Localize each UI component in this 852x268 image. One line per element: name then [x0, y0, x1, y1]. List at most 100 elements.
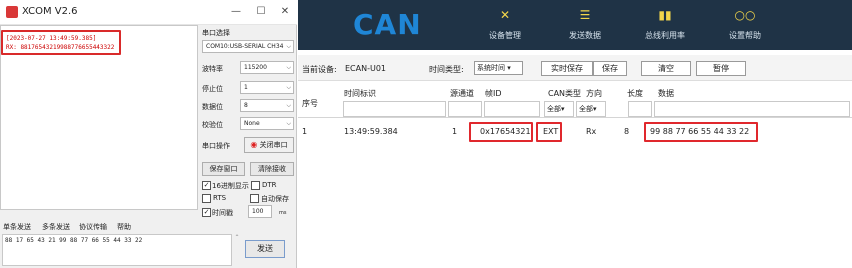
- highlight-box-receive: [1, 30, 121, 55]
- port-op-label: 串口操作: [202, 142, 230, 150]
- send-input[interactable]: 88 17 65 43 21 99 88 77 66 55 44 33 22: [2, 234, 232, 266]
- tool-bus-utilization-label: 总线利用率: [645, 31, 685, 40]
- tool-settings-help[interactable]: ○○ 设置帮助: [710, 6, 780, 46]
- cell-channel: 1: [452, 127, 458, 136]
- dtr-checkbox[interactable]: [251, 181, 260, 190]
- col-channel: 源通道: [450, 89, 474, 98]
- scroll-up-icon[interactable]: ⌃: [233, 234, 241, 244]
- tab-help[interactable]: 帮助: [117, 222, 131, 232]
- xcom-window: XCOM V2.6 — ☐ ✕ [2023-07-27 13:49:59.385…: [0, 0, 297, 268]
- send-button[interactable]: 发送: [245, 240, 285, 258]
- chevron-down-icon: ⌵: [286, 120, 291, 127]
- clear-button[interactable]: 清空: [641, 61, 691, 76]
- chevron-down-icon: ▾: [593, 105, 597, 113]
- col-seq: 序号: [302, 99, 318, 108]
- time-type-select[interactable]: 系统时间 ▾: [474, 61, 523, 75]
- tool-bus-utilization[interactable]: ▮▮ 总线利用率: [630, 6, 700, 46]
- dtr-label: DTR: [262, 181, 277, 189]
- highlight-box-frame-id: [469, 122, 533, 142]
- tab-protocol[interactable]: 协议传输: [79, 222, 107, 232]
- baud-label: 波特率: [202, 65, 223, 73]
- time-type-label: 时间类型:: [429, 65, 464, 74]
- save-window-button[interactable]: 保存窗口: [202, 162, 245, 176]
- chevron-down-icon: ▾: [561, 105, 565, 113]
- time-type-value: 系统时间: [477, 64, 505, 72]
- auto-save-checkbox[interactable]: [250, 194, 259, 203]
- filter-channel[interactable]: [448, 101, 482, 117]
- data-bits-label: 数据位: [202, 103, 223, 111]
- filter-frame-id[interactable]: [484, 101, 540, 117]
- col-time: 时间标识: [344, 89, 376, 98]
- send-text: 88 17 65 43 21 99 88 77 66 55 44 33 22: [5, 237, 143, 244]
- hex-display-label: 16进制显示: [212, 182, 249, 190]
- tab-multi-send[interactable]: 多条发送: [42, 222, 70, 232]
- chevron-down-icon: ⌵: [286, 84, 291, 91]
- parity-select[interactable]: None ⌵: [240, 117, 294, 130]
- can-header: CAN ✕ 设备管理 ☰ 发送数据 ▮▮ 总线利用率 ○○ 设置帮助: [298, 0, 852, 50]
- close-port-label: 关闭串口: [259, 141, 288, 149]
- save-button[interactable]: 保存: [593, 61, 627, 76]
- filter-can-type[interactable]: 全部▾: [544, 101, 574, 117]
- can-logo: CAN: [353, 8, 422, 41]
- tool-device-manage[interactable]: ✕ 设备管理: [470, 6, 540, 46]
- close-button[interactable]: ✕: [274, 4, 296, 20]
- tool-send-data[interactable]: ☰ 发送数据: [550, 6, 620, 46]
- auto-save-label: 自动保存: [261, 195, 289, 203]
- highlight-box-can-type: [536, 122, 562, 142]
- port-select[interactable]: COM10:USB-SERIAL CH34 ⌵: [202, 40, 294, 53]
- timestamp-value: 100: [252, 208, 264, 215]
- cell-seq: 1: [302, 127, 308, 136]
- col-data: 数据: [658, 89, 674, 98]
- tab-single-send[interactable]: 单条发送: [3, 222, 31, 232]
- filter-can-type-value: 全部: [547, 105, 561, 113]
- xcom-logo-icon: [6, 6, 18, 18]
- clear-receive-button[interactable]: 清除接收: [250, 162, 294, 176]
- col-frame-id: 帧ID: [485, 89, 502, 98]
- minimize-button[interactable]: —: [225, 4, 247, 20]
- filter-length[interactable]: [628, 101, 652, 117]
- maximize-button[interactable]: ☐: [250, 4, 272, 20]
- xcom-title: XCOM V2.6: [22, 6, 78, 17]
- col-direction: 方向: [586, 89, 602, 98]
- highlight-box-data: [644, 122, 758, 142]
- close-port-button[interactable]: ◉ 关闭串口: [244, 137, 294, 153]
- can-window: CAN ✕ 设备管理 ☰ 发送数据 ▮▮ 总线利用率 ○○ 设置帮助 当前设备:…: [298, 0, 852, 268]
- can-toolbar: 当前设备: ECAN-U01 时间类型: 系统时间 ▾ 实时保存 保存 清空 暂…: [298, 55, 852, 81]
- parity-label: 校验位: [202, 121, 223, 129]
- tool-device-manage-label: 设备管理: [489, 31, 521, 40]
- send-tabs: 单条发送 多条发送 协议传输 帮助: [0, 222, 297, 234]
- current-device-label: 当前设备:: [302, 65, 337, 74]
- timestamp-label: 时间戳: [212, 209, 233, 217]
- chevron-down-icon: ⌵: [286, 102, 291, 109]
- timestamp-input[interactable]: 100: [248, 205, 272, 218]
- list-icon: ☰: [579, 8, 591, 22]
- pause-button[interactable]: 暂停: [696, 61, 746, 76]
- stop-bits-select[interactable]: 1 ⌵: [240, 81, 294, 94]
- tool-settings-help-label: 设置帮助: [729, 31, 761, 40]
- timestamp-checkbox[interactable]: ✓: [202, 208, 211, 217]
- rts-label: RTS: [213, 194, 227, 202]
- parity-value: None: [244, 120, 260, 127]
- chevron-down-icon: ⌵: [286, 43, 291, 50]
- xcom-title-bar: XCOM V2.6 — ☐ ✕: [0, 0, 297, 25]
- stop-bits-label: 停止位: [202, 85, 223, 93]
- port-select-label: 串口选择: [202, 29, 230, 37]
- baud-value: 115200: [244, 64, 267, 71]
- filter-data[interactable]: [654, 101, 850, 117]
- chevron-down-icon: ▾: [507, 64, 511, 72]
- data-bits-value: 8: [244, 102, 248, 109]
- realtime-save-button[interactable]: 实时保存: [541, 61, 593, 76]
- filter-direction[interactable]: 全部▾: [576, 101, 606, 117]
- tools-icon: ✕: [499, 8, 511, 22]
- cell-direction: Rx: [586, 127, 597, 136]
- hex-display-checkbox[interactable]: ✓: [202, 181, 211, 190]
- baud-select[interactable]: 115200 ⌵: [240, 61, 294, 74]
- settings-icon: ○○: [734, 8, 756, 22]
- chevron-down-icon: ⌵: [286, 64, 291, 71]
- timestamp-unit: ms: [279, 210, 287, 216]
- cell-time: 13:49:59.384: [344, 127, 398, 136]
- data-bits-select[interactable]: 8 ⌵: [240, 99, 294, 112]
- filter-time[interactable]: [343, 101, 446, 117]
- rts-checkbox[interactable]: [202, 194, 211, 203]
- cell-length: 8: [624, 127, 630, 136]
